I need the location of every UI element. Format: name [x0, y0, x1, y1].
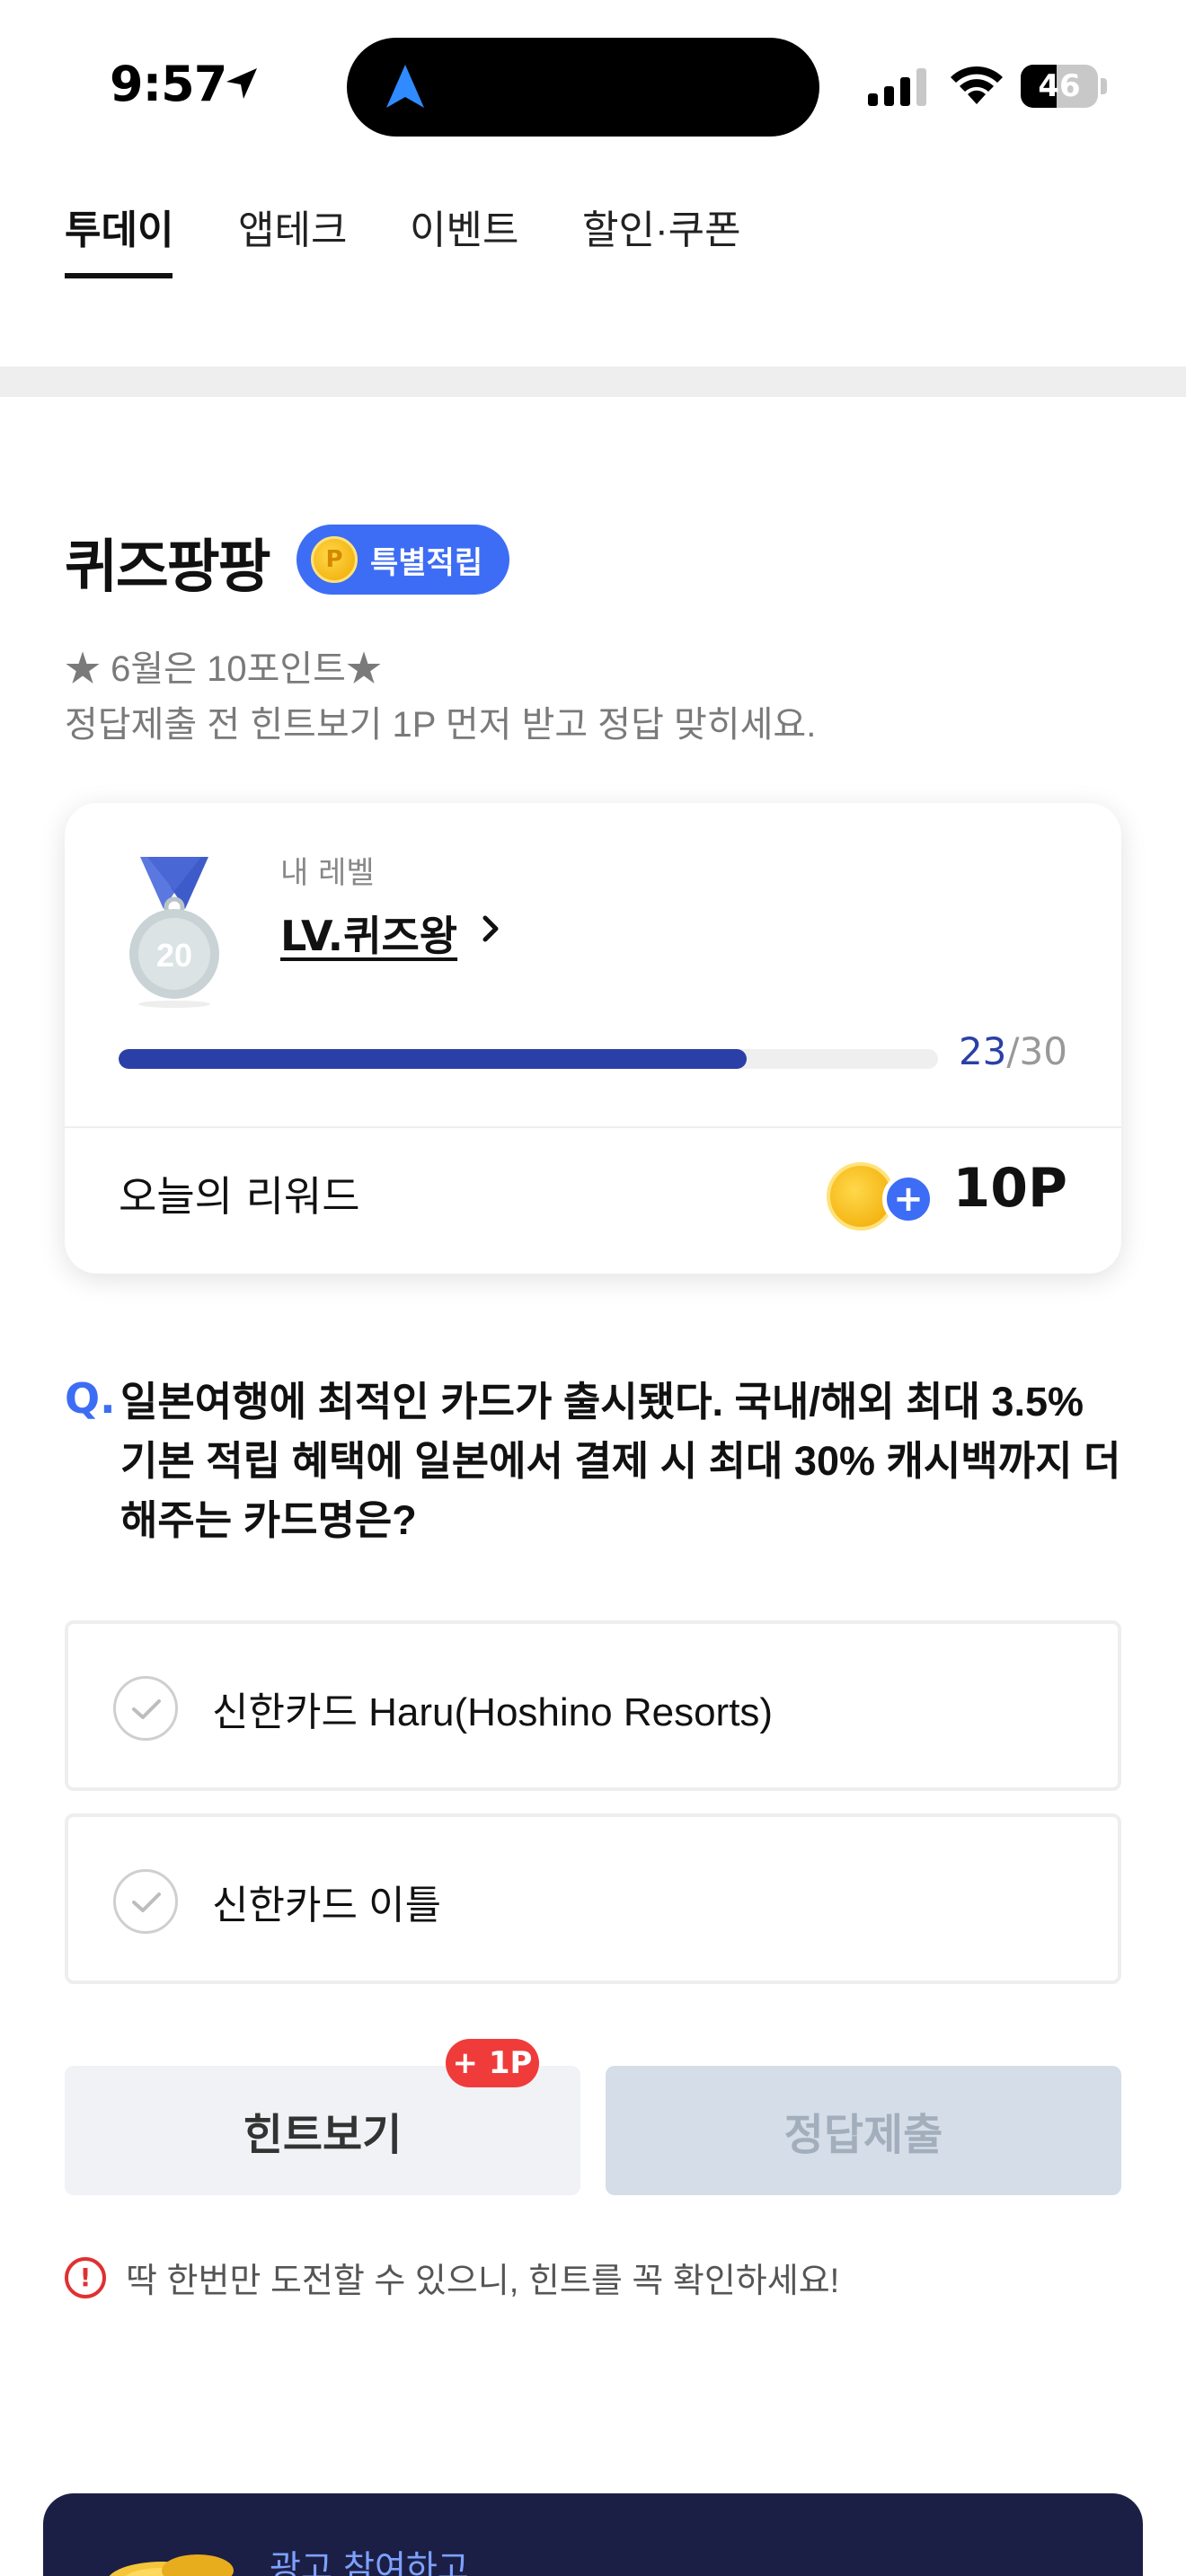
status-time: 9:57	[110, 56, 227, 112]
tab-event[interactable]: 이벤트	[410, 198, 518, 255]
ad-banner[interactable]: 광고 참여하고	[43, 2493, 1143, 2576]
quiz-title: 퀴즈팡팡	[65, 534, 271, 601]
tab-apptech[interactable]: 앱테크	[238, 198, 347, 255]
level-name-link[interactable]: LV.퀴즈왕	[280, 904, 457, 963]
section-divider	[0, 366, 1186, 397]
progress-total: /30	[1006, 1029, 1067, 1073]
special-reward-label: 특별적립	[370, 544, 483, 581]
check-circle-icon	[113, 1869, 178, 1934]
answer-option-label: 신한카드 이틀	[212, 1883, 442, 1928]
alert-icon: !	[65, 2256, 106, 2298]
category-tabs: 투데이 앱테크 이벤트 할인·쿠폰	[0, 180, 1186, 287]
ad-text: 광고 참여하고	[270, 2548, 469, 2576]
answer-option-2[interactable]: 신한카드 이틀	[65, 1813, 1121, 1984]
wifi-icon	[951, 66, 1003, 104]
quiz-description-line1: ★ 6월은 10포인트★	[65, 649, 382, 689]
location-arrow-icon	[226, 68, 257, 99]
plus-icon: +	[882, 1173, 934, 1225]
dynamic-island	[347, 38, 819, 137]
question-text: 일본여행에 최적인 카드가 출시됐다. 국내/해외 최대 3.5% 기본 적립 …	[120, 1379, 1121, 1543]
answer-option-label: 신한카드 Haru(Hoshino Resorts)	[212, 1690, 774, 1734]
level-progress-bar	[119, 1049, 938, 1069]
gold-coins-icon	[109, 2554, 234, 2576]
my-level-label: 내 레벨	[280, 855, 375, 891]
tab-discount-coupon[interactable]: 할인·쿠폰	[582, 198, 741, 255]
hint-point-badge: + 1P	[446, 2039, 539, 2087]
battery-indicator: 46	[1021, 65, 1107, 108]
level-card: 20 내 레벨 LV.퀴즈왕 23/30 오늘의 리워드 + 10P	[65, 803, 1121, 1274]
special-reward-badge: P 특별적립	[296, 525, 510, 595]
check-circle-icon	[113, 1676, 178, 1741]
level-progress-text: 23/30	[959, 1029, 1067, 1073]
cellular-signal-icon	[868, 68, 926, 106]
answer-option-1[interactable]: 신한카드 Haru(Hoshino Resorts)	[65, 1620, 1121, 1791]
notice: ! 딱 한번만 도전할 수 있으니, 힌트를 꼭 확인하세요!	[65, 2253, 839, 2302]
quiz-description-line2: 정답제출 전 힌트보기 1P 먼저 받고 정답 맞히세요.	[65, 705, 817, 745]
status-bar: 9:57 46	[0, 0, 1186, 157]
notice-text: 딱 한번만 도전할 수 있으니, 힌트를 꼭 확인하세요!	[126, 2263, 840, 2300]
card-divider	[65, 1126, 1121, 1128]
today-reward-value: 10P	[952, 1157, 1067, 1220]
progress-current: 23	[958, 1029, 1007, 1073]
medal-number: 20	[156, 937, 192, 974]
battery-percent: 46	[1038, 68, 1081, 104]
today-reward-label: 오늘의 리워드	[119, 1172, 360, 1221]
battery-body: 46	[1021, 65, 1098, 108]
submit-answer-button[interactable]: 정답제출	[606, 2066, 1121, 2195]
navigation-arrow-icon	[386, 65, 424, 108]
level-progress-fill	[119, 1049, 748, 1069]
chevron-right-icon[interactable]	[478, 909, 505, 948]
question-marker: Q.	[65, 1374, 116, 1423]
tab-today[interactable]: 투데이	[65, 198, 173, 255]
silver-medal-icon: 20	[129, 857, 219, 1008]
active-tab-underline	[65, 273, 173, 278]
point-coin-icon: P	[311, 536, 358, 583]
battery-tip	[1101, 78, 1107, 94]
